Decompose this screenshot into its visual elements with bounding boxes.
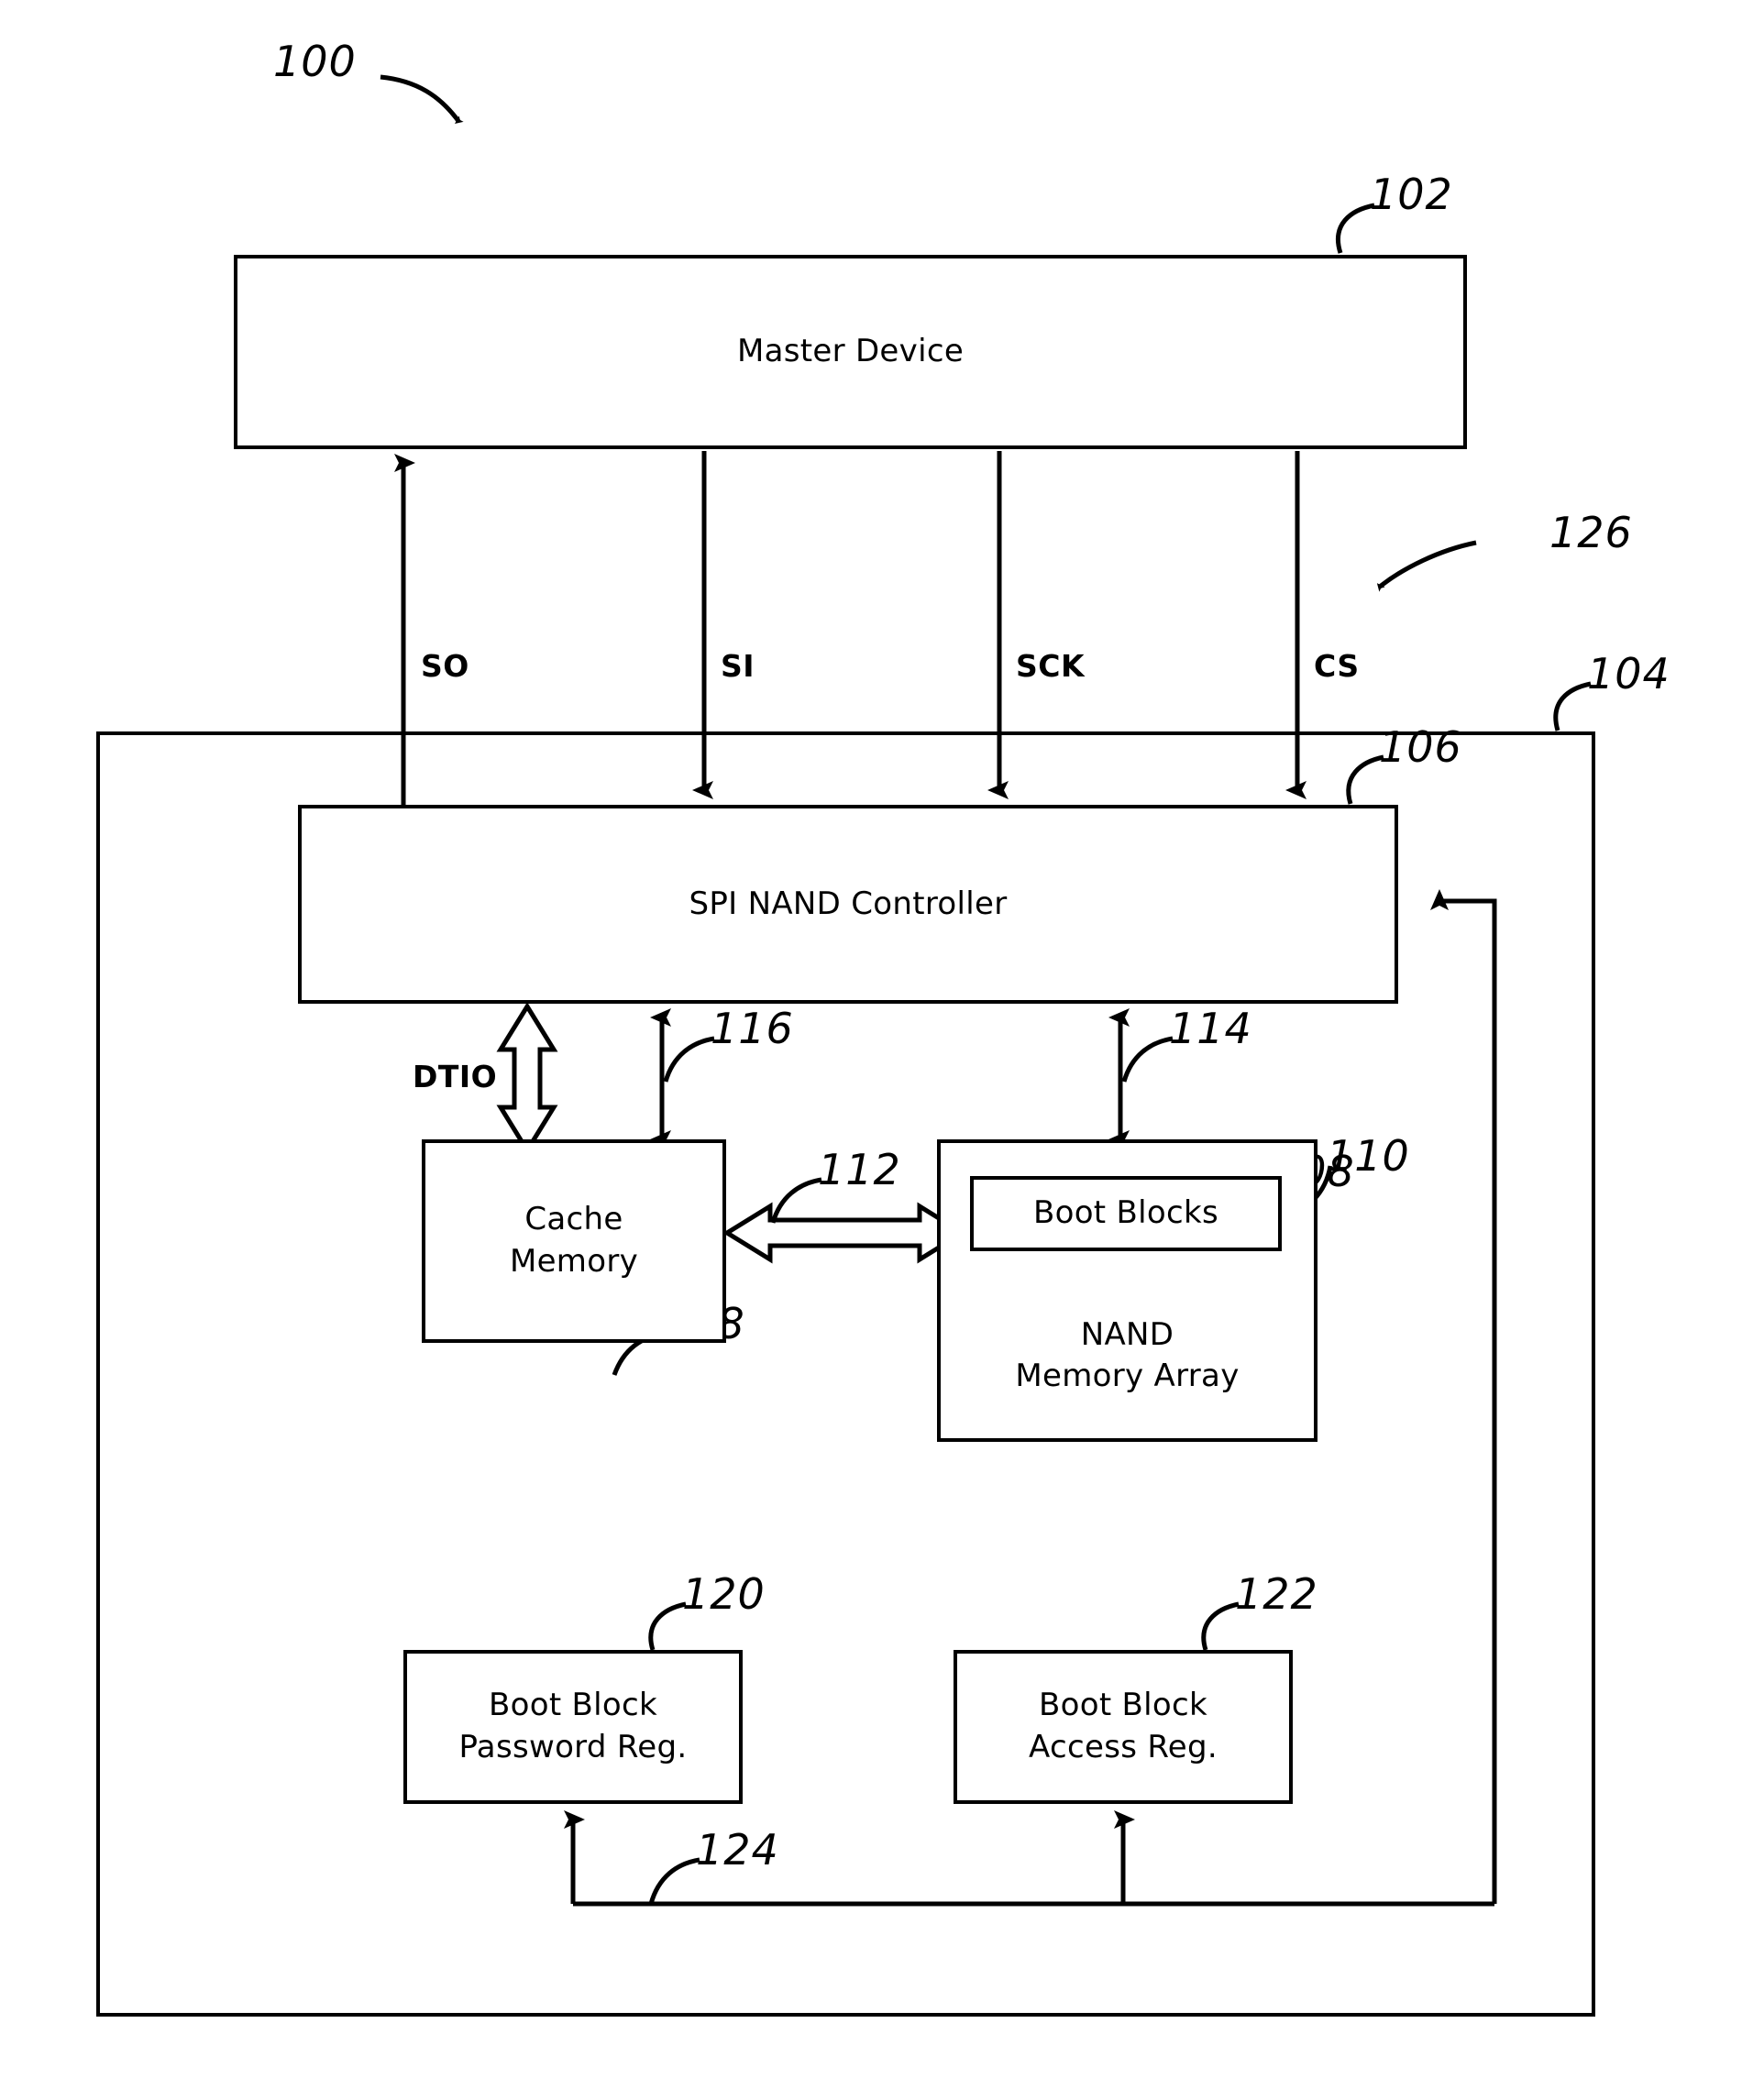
ref-numeral-126: 126 xyxy=(1549,508,1633,557)
leader-100 xyxy=(380,74,464,124)
spi-nand-controller-label: SPI NAND Controller xyxy=(689,885,1008,922)
cache-memory-label: Cache Memory xyxy=(509,1201,639,1280)
signal-label-si: SI xyxy=(721,648,755,684)
master-device-label: Master Device xyxy=(736,333,965,370)
spi-nand-controller-block[interactable]: SPI NAND Controller xyxy=(298,805,1398,1004)
leader-126 xyxy=(1376,540,1477,592)
boot-block-access-register-label: Boot Block Access Reg. xyxy=(1029,1687,1218,1765)
boot-block-password-register-label: Boot Block Password Reg. xyxy=(458,1687,688,1765)
signal-label-cs: CS xyxy=(1314,648,1360,684)
ref-numeral-100: 100 xyxy=(273,37,357,86)
ref-numeral-102: 102 xyxy=(1370,170,1453,219)
signal-label-sck: SCK xyxy=(1016,648,1086,684)
cache-memory-block[interactable]: Cache Memory xyxy=(422,1139,726,1343)
nand-memory-array-label: NAND Memory Array xyxy=(1015,1315,1240,1395)
master-device-block[interactable]: Master Device xyxy=(234,255,1467,449)
leader-104 xyxy=(1553,681,1592,731)
patent-figure: 100 102 104 106 108 110 112 114 116 118 … xyxy=(0,0,1753,2100)
boot-block-password-register[interactable]: Boot Block Password Reg. xyxy=(403,1650,743,1804)
ref-numeral-104: 104 xyxy=(1587,649,1670,698)
signal-label-so: SO xyxy=(421,648,469,684)
boot-block-access-register[interactable]: Boot Block Access Reg. xyxy=(954,1650,1293,1804)
boot-blocks-block[interactable]: Boot Blocks xyxy=(970,1176,1282,1251)
boot-blocks-label: Boot Blocks xyxy=(1032,1194,1219,1232)
